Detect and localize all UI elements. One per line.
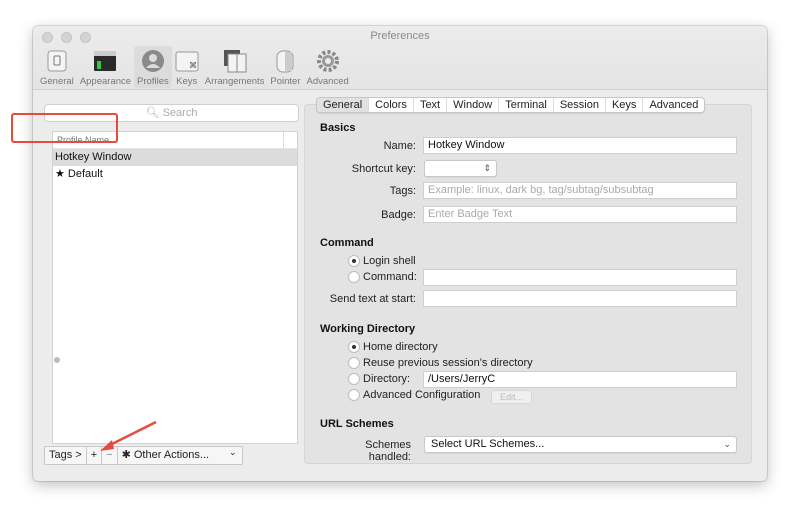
toolbar-general[interactable]: General xyxy=(37,46,77,88)
url-schemes-heading: URL Schemes xyxy=(320,418,394,430)
tab-session[interactable]: Session xyxy=(554,98,606,112)
directory-field[interactable]: /Users/JerryC xyxy=(423,371,737,388)
home-directory-radio[interactable]: Home directory xyxy=(348,341,438,353)
tab-advanced[interactable]: Advanced xyxy=(643,98,704,112)
search-icon: 🔍︎ xyxy=(145,107,163,119)
toolbar-appearance[interactable]: Appearance xyxy=(77,46,134,88)
remove-profile-button[interactable]: − xyxy=(102,447,118,464)
add-profile-button[interactable]: + xyxy=(87,447,103,464)
tags-label: Tags: xyxy=(389,185,416,197)
profile-row-default[interactable]: ★ Default xyxy=(53,166,297,183)
annotation-highlight-box xyxy=(11,113,118,143)
advanced-gear-icon xyxy=(316,49,340,73)
arrangements-icon xyxy=(223,49,247,73)
login-shell-radio[interactable]: Login shell xyxy=(348,255,416,267)
directory-radio[interactable]: Directory: xyxy=(348,373,410,385)
tab-terminal[interactable]: Terminal xyxy=(499,98,554,112)
toolbar-arrangements[interactable]: Arrangements xyxy=(202,46,268,88)
basics-heading: Basics xyxy=(320,122,356,134)
shortcut-key-popup[interactable]: ⇕ xyxy=(424,160,497,177)
general-icon xyxy=(45,49,69,73)
window-title: Preferences xyxy=(370,30,430,42)
settings-tabs: General Colors Text Window Terminal Sess… xyxy=(316,97,706,113)
send-text-field[interactable] xyxy=(423,290,737,307)
tags-button[interactable]: Tags > xyxy=(45,447,87,464)
tab-general[interactable]: General xyxy=(317,98,370,112)
advanced-configuration-radio[interactable]: Advanced Configuration xyxy=(348,389,480,401)
appearance-icon xyxy=(93,49,117,73)
send-text-label: Send text at start: xyxy=(329,293,416,305)
tab-keys[interactable]: Keys xyxy=(606,98,644,112)
toolbar-profiles[interactable]: Profiles xyxy=(134,46,172,88)
profile-row-hotkey-window[interactable]: Hotkey Window xyxy=(53,149,297,166)
shortcut-key-label: Shortcut key: xyxy=(351,163,416,175)
name-field[interactable]: Hotkey Window xyxy=(423,137,737,154)
preferences-toolbar: General Appearance Profiles ⌘ Keys Arran… xyxy=(37,46,352,88)
titlebar: Preferences General Appearance Profiles … xyxy=(33,26,767,90)
schemes-handled-label: Schemes handled: xyxy=(365,439,411,463)
tab-text[interactable]: Text xyxy=(414,98,448,112)
toolbar-advanced[interactable]: Advanced xyxy=(304,46,352,88)
pointer-icon xyxy=(273,49,297,73)
reuse-directory-radio[interactable]: Reuse previous session's directory xyxy=(348,357,533,369)
chevron-down-icon: ⌄ xyxy=(723,439,731,449)
badge-field[interactable]: Enter Badge Text xyxy=(423,206,737,223)
svg-text:⌘: ⌘ xyxy=(189,61,197,70)
preferences-window: Preferences General Appearance Profiles … xyxy=(33,26,767,481)
profile-list[interactable]: Profile Name Hotkey Window ★ Default xyxy=(52,131,298,444)
keys-icon: ⌘ xyxy=(175,49,199,73)
gear-icon: ✱ xyxy=(121,449,131,461)
tags-field[interactable]: Example: linux, dark bg, tag/subtag/subs… xyxy=(423,182,737,199)
name-label: Name: xyxy=(383,140,416,152)
tab-colors[interactable]: Colors xyxy=(369,98,414,112)
stepper-icon: ⇕ xyxy=(483,163,491,173)
chevron-down-icon: ⌄ xyxy=(229,447,237,457)
url-schemes-popup[interactable]: Select URL Schemes... ⌄ xyxy=(424,436,737,453)
working-directory-heading: Working Directory xyxy=(320,323,416,335)
edit-button[interactable]: Edit... xyxy=(491,390,533,404)
toolbar-pointer[interactable]: Pointer xyxy=(267,46,303,88)
command-heading: Command xyxy=(320,237,374,249)
badge-label: Badge: xyxy=(381,209,416,221)
tab-window[interactable]: Window xyxy=(447,98,500,112)
profiles-icon xyxy=(141,49,165,73)
command-field[interactable] xyxy=(423,269,737,286)
toolbar-keys[interactable]: ⌘ Keys xyxy=(172,46,202,88)
split-view-handle[interactable] xyxy=(54,357,60,363)
command-radio[interactable]: Command: xyxy=(348,271,417,283)
profile-actions-bar: Tags > + − ✱ Other Actions... ⌄ xyxy=(44,446,243,465)
other-actions-popup[interactable]: ✱ Other Actions... ⌄ xyxy=(118,447,242,464)
profiles-panel: 🔍︎ Search Profile Name Hotkey Window ★ D… xyxy=(43,104,300,466)
